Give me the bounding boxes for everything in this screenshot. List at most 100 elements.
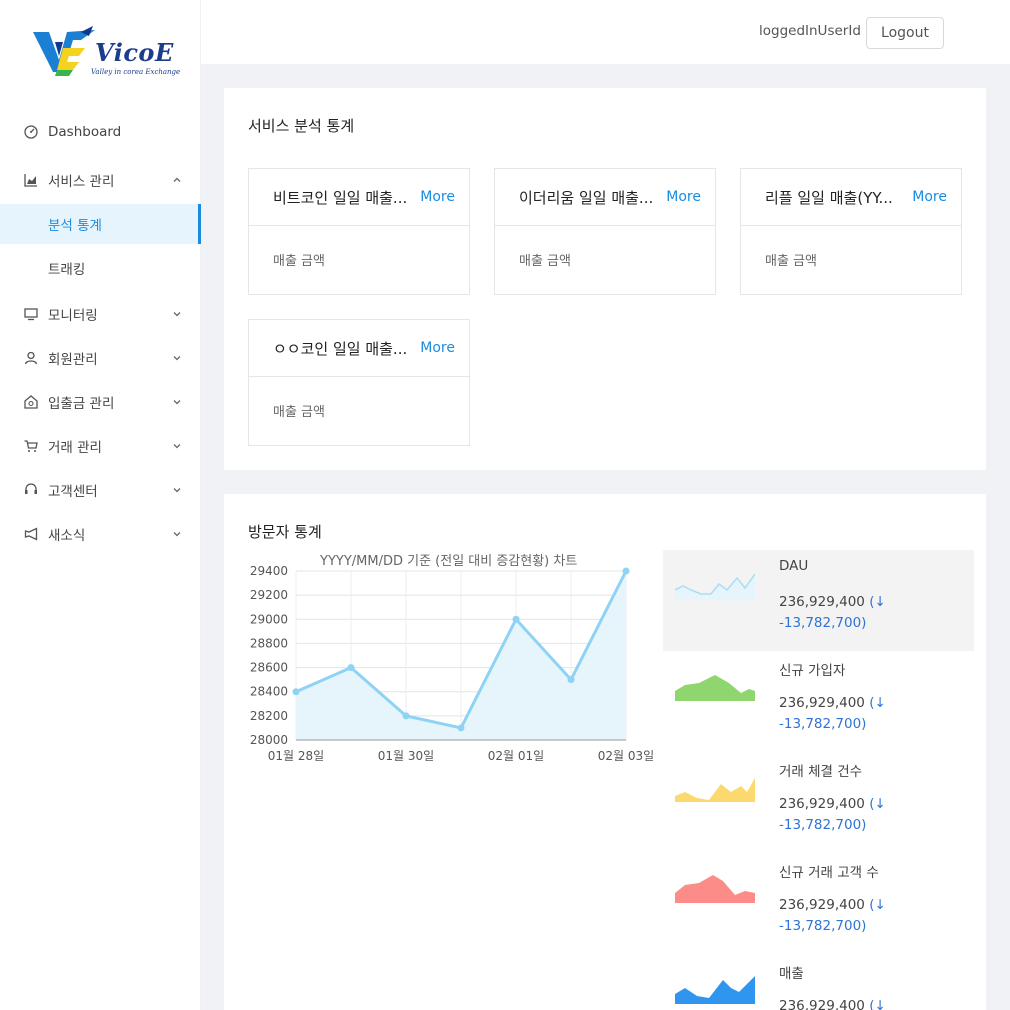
bank-icon [24,395,38,409]
card-header: 이더리움 일일 매출... More [495,169,715,226]
y-tick-label: 28800 [250,636,288,650]
card-body: 매출 금액 [273,405,325,420]
x-tick-label: 02월 01일 [488,749,544,763]
card-title: ㅇㅇ코인 일일 매출... [273,339,408,358]
y-tick-label: 29400 [250,564,288,578]
y-tick-label: 29200 [250,588,288,602]
card-header: 비트코인 일일 매출... More [249,169,469,226]
stat-card: 이더리움 일일 매출... More 매출 금액 [494,168,716,295]
more-link[interactable]: More [666,189,701,205]
data-point [347,664,355,672]
area-chart-icon [24,173,38,187]
sidebar-item-tracking[interactable]: 트래킹 [0,244,201,292]
y-tick-label: 29000 [250,612,288,626]
logo-mark-icon [33,26,95,76]
stat-item-trade-count[interactable]: 거래 체결 건수 236,929,400 (↓ -13,782,700) [663,752,974,853]
sidebar-item-customer-center[interactable]: 고객센터 [0,468,201,512]
more-link[interactable]: More [420,340,455,356]
customer-service-icon [24,483,38,497]
panel-title: 방문자 통계 [248,523,322,541]
stat-list: DAU 236,929,400 (↓ -13,782,700) 신규 가입자 2… [663,550,974,1010]
notification-icon [24,527,38,541]
stat-value: 236,929,400 (↓ -13,782,700) [779,693,969,735]
chevron-down-icon [173,398,181,406]
sidebar: VicoE Valley in corea Exchange Dashboard… [0,0,201,1010]
data-point [512,615,520,623]
sidebar-item-deposit-withdraw[interactable]: 입출금 관리 [0,380,201,424]
sidebar-item-label: 입출금 관리 [48,396,115,412]
more-link[interactable]: More [420,189,455,205]
card-title: 리플 일일 매출(YY... [765,188,893,207]
stat-value: 236,929,400 (↓ -13,782,700) [779,592,969,634]
sidebar-item-label: 서비스 관리 [48,174,115,190]
panel-title: 서비스 분석 통계 [248,117,355,135]
stat-item-new-signups[interactable]: 신규 가입자 236,929,400 (↓ -13,782,700) [663,651,974,752]
card-header: ㅇㅇ코인 일일 매출... More [249,320,469,377]
desktop-icon [24,307,38,321]
sparkline [675,875,755,903]
stat-label: 매출 [779,966,804,982]
logo-tagline: Valley in corea Exchange [91,68,181,76]
stat-value: 236,929,400 (↓ -13,782,700) [779,794,969,836]
stat-card: ㅇㅇ코인 일일 매출... More 매출 금액 [248,319,470,446]
sidebar-item-trades[interactable]: 거래 관리 [0,424,201,468]
user-icon [24,351,38,365]
stat-item-dau[interactable]: DAU 236,929,400 (↓ -13,782,700) [663,550,974,651]
sparkline [675,778,755,802]
sparkline-area [675,574,755,600]
more-link[interactable]: More [912,189,947,205]
data-point [402,712,410,720]
chevron-down-icon [173,442,181,450]
sidebar-item-analytics[interactable]: 분석 통계 [0,204,201,244]
y-tick-label: 28200 [250,709,288,723]
sidebar-item-service-management[interactable]: 서비스 관리 [0,156,201,204]
service-analytics-panel: 서비스 분석 통계 비트코인 일일 매출... More 매출 금액 이더리움 … [224,88,986,470]
sidebar-item-dashboard[interactable]: Dashboard [0,108,201,156]
logo-text: VicoE [95,38,174,67]
sparkline-area [675,778,755,802]
sidebar-item-label: 회원관리 [48,352,98,368]
x-tick-label: 01월 30일 [378,749,434,763]
sparkline [675,976,755,1004]
card-body: 매출 금액 [519,254,571,269]
logo[interactable]: VicoE Valley in corea Exchange [33,26,180,82]
card-body: 매출 금액 [765,254,817,269]
sparkline-area [675,675,755,701]
logout-button[interactable]: Logout [866,17,944,49]
stat-number: 236,929,400 [779,897,865,913]
stat-number: 236,929,400 [779,695,865,711]
stat-card: 비트코인 일일 매출... More 매출 금액 [248,168,470,295]
y-tick-label: 28000 [250,733,288,747]
sidebar-item-label: 분석 통계 [48,218,102,234]
chevron-down-icon [173,354,181,362]
stat-value: 236,929,400 (↓ -13,782,700) [779,996,969,1010]
sidebar-item-members[interactable]: 회원관리 [0,336,201,380]
sidebar-item-label: 새소식 [48,528,86,544]
sidebar-menu: Dashboard 서비스 관리 분석 통계 트래킹 모니터링 회원관리 입출금… [0,108,201,556]
sparkline [675,573,755,600]
sidebar-item-label: 모니터링 [48,308,98,324]
chevron-down-icon [173,310,181,318]
visitor-stats-panel: 방문자 통계 YYYY/MM/DD 기준 (전일 대비 증감현황) 차트 280… [224,494,986,1010]
stat-label: 거래 체결 건수 [779,764,863,780]
sidebar-item-news[interactable]: 새소식 [0,512,201,556]
stat-item-revenue[interactable]: 매출 236,929,400 (↓ -13,782,700) [663,954,974,1010]
stat-number: 236,929,400 [779,594,865,610]
main-content: 서비스 분석 통계 비트코인 일일 매출... More 매출 금액 이더리움 … [201,64,1010,1010]
card-body: 매출 금액 [273,254,325,269]
sidebar-item-monitoring[interactable]: 모니터링 [0,292,201,336]
sidebar-item-label: 고객센터 [48,484,98,500]
stat-label: DAU [779,558,809,574]
stat-card: 리플 일일 매출(YY... More 매출 금액 [740,168,962,295]
shopping-cart-icon [24,439,38,453]
stat-item-new-traders[interactable]: 신규 거래 고객 수 236,929,400 (↓ -13,782,700) [663,853,974,954]
sparkline-area [675,875,755,903]
visitor-chart: YYYY/MM/DD 기준 (전일 대비 증감현황) 차트 28000 28200… [248,550,658,780]
y-tick-label: 28400 [250,685,288,699]
data-point [622,567,630,575]
card-title: 비트코인 일일 매출... [273,188,408,207]
dashboard-icon [24,125,38,139]
sidebar-item-label: Dashboard [48,124,122,140]
chevron-down-icon [173,486,181,494]
stat-label: 신규 거래 고객 수 [779,865,879,881]
